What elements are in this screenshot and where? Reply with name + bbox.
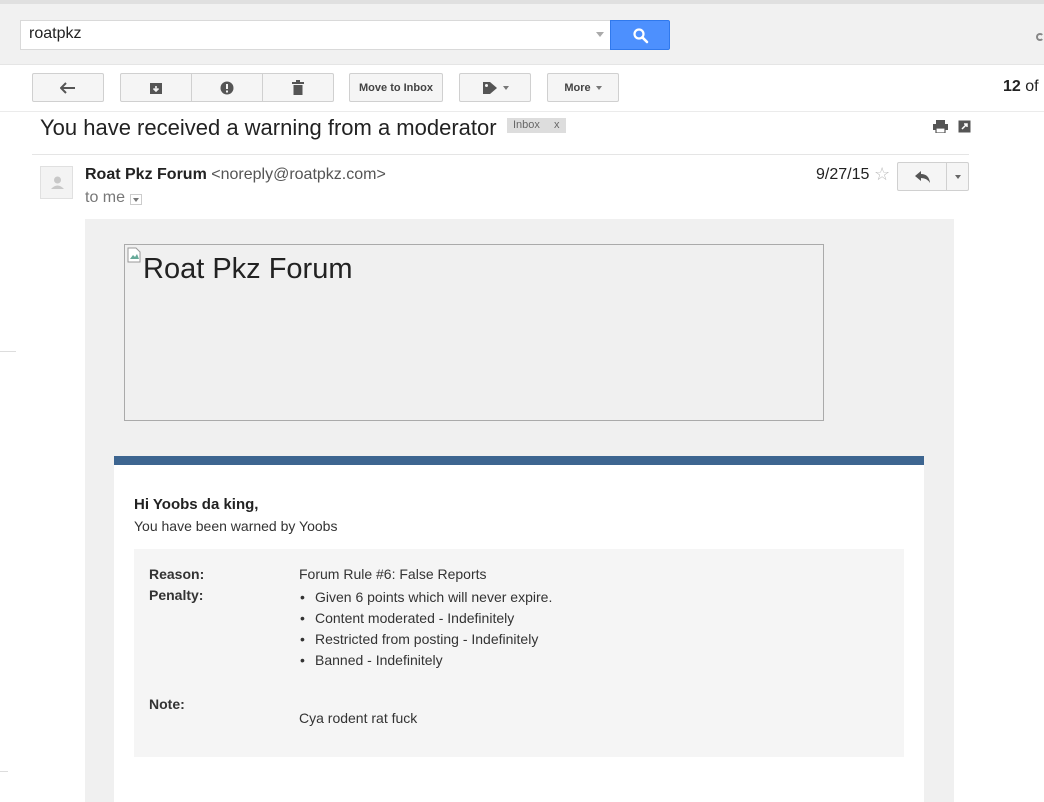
sender-name: Roat Pkz Forum [85,166,207,183]
page-title: You have received a warning from a moder… [40,115,497,140]
list-item: Given 6 points which will never expire. [299,587,552,608]
search-input[interactable]: roatpkz [20,20,611,50]
more-label: More [564,81,591,94]
chevron-down-icon [595,85,602,90]
warned-by-text: You have been warned by Yoobs [134,518,338,534]
chevron-down-icon [502,85,509,90]
divider [32,154,969,155]
message-date: 9/27/15 [816,166,870,183]
print-icon[interactable] [933,120,948,133]
reply-button[interactable] [897,162,947,191]
delete-button[interactable] [262,73,334,102]
label-tag-icon [482,81,497,94]
search-icon [633,28,649,44]
divider [0,771,8,772]
message-count-current: 12 [1003,78,1021,95]
search-options-icon[interactable] [596,32,604,37]
move-to-inbox-label: Move to Inbox [359,81,433,94]
remove-label-button[interactable]: x [554,119,560,131]
person-icon [51,176,64,189]
message-count: 12 of [1003,78,1039,96]
warning-details: Reason: Forum Rule #6: False Reports Pen… [134,549,904,757]
recipient: to me [85,189,126,206]
back-arrow-icon [60,81,75,94]
labels-button[interactable] [459,73,531,102]
star-icon[interactable]: ☆ [874,164,890,185]
header-image-alt: Roat Pkz Forum [143,253,353,285]
warning-card: Hi Yoobs da king, You have been warned b… [114,456,924,802]
list-item: Content moderated - Indefinitely [299,608,552,629]
divider [0,351,16,352]
account-icon[interactable] [1036,33,1044,41]
note-label: Note: [149,696,185,712]
penalty-list: Given 6 points which will never expire. … [299,587,552,671]
back-button[interactable] [32,73,104,102]
report-spam-button[interactable] [191,73,263,102]
search-button[interactable] [610,20,670,50]
list-item: Restricted from posting - Indefinitely [299,629,552,650]
reply-icon [915,171,930,183]
sender-email: <noreply@roatpkz.com> [211,166,386,183]
move-to-inbox-button[interactable]: Move to Inbox [349,73,443,102]
reason-value: Forum Rule #6: False Reports [299,566,487,582]
list-item: Banned - Indefinitely [299,650,552,671]
header-image: Roat Pkz Forum [124,244,824,421]
search-bar: roatpkz [0,0,1044,65]
archive-button[interactable] [120,73,192,102]
search-query: roatpkz [29,25,82,42]
spam-icon [220,81,234,94]
trash-icon [292,80,304,95]
more-button[interactable]: More [547,73,619,102]
inbox-label-chip: Inbox x [507,118,566,133]
penalty-label: Penalty: [149,587,204,603]
new-window-icon[interactable] [958,120,971,133]
note-value: Cya rodent rat fuck [299,710,418,726]
avatar[interactable] [40,166,73,199]
message-count-of: of [1025,78,1039,95]
reason-label: Reason: [149,566,205,582]
broken-image-icon [127,247,141,263]
show-details-button[interactable] [130,194,142,205]
archive-icon [150,82,162,94]
message-toolbar: Move to Inbox More 12 of [0,66,1044,112]
email-body: Roat Pkz Forum Hi Yoobs da king, You hav… [85,219,954,802]
sender[interactable]: Roat Pkz Forum <noreply@roatpkz.com> [85,166,386,184]
reply-options-button[interactable] [946,162,969,191]
label-chip-text: Inbox [513,119,540,131]
greeting: Hi Yoobs da king, [134,496,259,513]
